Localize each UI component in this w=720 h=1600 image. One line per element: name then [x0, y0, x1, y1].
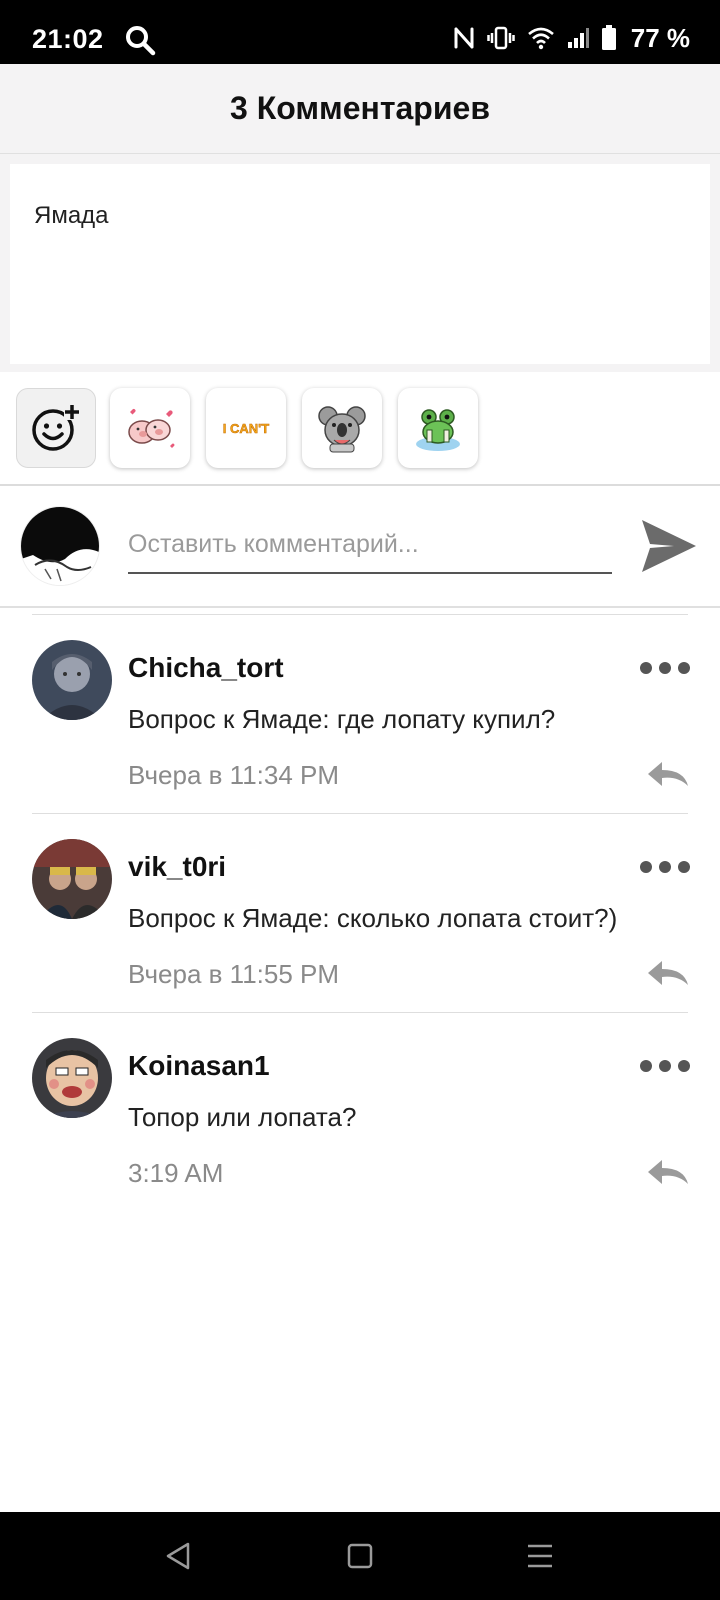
system-nav-bar [0, 1512, 720, 1600]
comment-time: 3:19 AM [128, 1158, 224, 1188]
comments-list: Chicha_tort Вопрос к Ямаде: где лопату к… [0, 614, 720, 1211]
status-time: 21:02 [32, 24, 104, 54]
pigs-sticker[interactable] [110, 388, 190, 468]
avatar-image [32, 640, 112, 720]
divider [32, 813, 688, 814]
comment-composer [0, 488, 720, 608]
comment-item: vik_t0ri Вопрос к Ямаде: сколько лопата … [0, 813, 720, 1012]
wifi-icon [527, 27, 554, 50]
comment-input[interactable] [128, 516, 612, 574]
comment-item: Chicha_tort Вопрос к Ямаде: где лопату к… [0, 614, 720, 813]
avatar[interactable] [32, 839, 112, 919]
comment-text: Вопрос к Ямаде: где лопату купил? [128, 704, 556, 734]
back-icon[interactable] [158, 1536, 198, 1576]
i-cant-sticker[interactable]: I CAN'T [206, 388, 286, 468]
vibrate-icon [486, 26, 515, 50]
reply-icon[interactable] [646, 1158, 690, 1188]
pigs-sticker-icon [128, 408, 175, 448]
user-avatar-image [21, 507, 99, 585]
avatar-image [32, 839, 112, 919]
post-area: Ямада [0, 154, 720, 372]
avatar[interactable] [32, 1038, 112, 1118]
search-icon [126, 26, 156, 56]
divider [32, 614, 688, 615]
comment-item: Koinasan1 Топор или лопата? 3:19 AM [0, 1012, 720, 1211]
emoji-add-icon [32, 404, 80, 451]
more-options-icon[interactable] [640, 658, 690, 678]
comment-author[interactable]: Koinasan1 [128, 1050, 270, 1082]
reply-icon[interactable] [646, 959, 690, 989]
emoji-add-button[interactable] [16, 388, 96, 468]
avatar-image [32, 1038, 112, 1118]
comment-author[interactable]: Chicha_tort [128, 652, 284, 684]
page-title: 3 Комментариев [230, 90, 490, 126]
reply-icon[interactable] [646, 760, 690, 790]
post-text: Ямада [34, 202, 109, 229]
send-icon[interactable] [640, 518, 698, 574]
frog-sticker-icon [416, 409, 460, 451]
more-options-icon[interactable] [640, 1056, 690, 1076]
post-card: Ямада [10, 164, 710, 364]
more-options-icon[interactable] [640, 857, 690, 877]
koala-sticker[interactable] [302, 388, 382, 468]
nfc-icon [454, 27, 474, 49]
comment-author[interactable]: vik_t0ri [128, 851, 226, 883]
avatar[interactable] [20, 506, 100, 586]
comment-time: Вчера в 11:55 PM [128, 959, 340, 989]
i-cant-sticker-icon: I CAN'T [223, 421, 270, 437]
status-bar: 21:02 77 % [0, 0, 720, 64]
sticker-bar: I CAN'T [0, 372, 720, 486]
comment-text: Топор или лопата? [128, 1102, 357, 1132]
battery-percent: 77 % [630, 22, 690, 53]
battery-icon [601, 25, 616, 50]
frog-sticker[interactable] [398, 388, 478, 468]
koala-sticker-icon [318, 406, 366, 453]
avatar[interactable] [32, 640, 112, 720]
recents-menu-icon[interactable] [520, 1536, 560, 1576]
comment-text: Вопрос к Ямаде: сколько лопата стоит?) [128, 903, 618, 933]
divider [32, 1012, 688, 1013]
comment-time: Вчера в 11:34 PM [128, 760, 340, 790]
signal-icon [567, 28, 589, 48]
header: 3 Комментариев [0, 64, 720, 154]
svg-text:I CAN'T: I CAN'T [223, 421, 269, 436]
home-icon[interactable] [340, 1536, 380, 1576]
